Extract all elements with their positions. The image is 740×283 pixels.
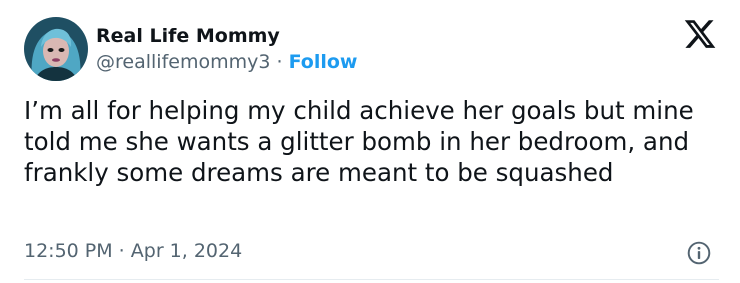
display-name[interactable]: Real Life Mommy (96, 24, 280, 48)
x-logo-icon[interactable] (683, 17, 717, 51)
info-icon[interactable] (686, 240, 712, 266)
handle-separator: · (270, 51, 289, 73)
divider (24, 279, 719, 280)
tweet-card: Real Life Mommy @reallifemommy3 · Follow… (0, 0, 740, 283)
user-handle[interactable]: @reallifemommy3 (96, 51, 270, 73)
handle-row: @reallifemommy3 · Follow (96, 50, 357, 74)
tweet-timestamp[interactable]: 12:50 PM · Apr 1, 2024 (24, 239, 242, 263)
avatar-image (24, 17, 88, 81)
avatar[interactable] (24, 17, 88, 81)
follow-button[interactable]: Follow (289, 51, 358, 73)
tweet-text: I’m all for helping my child achieve her… (24, 96, 694, 187)
